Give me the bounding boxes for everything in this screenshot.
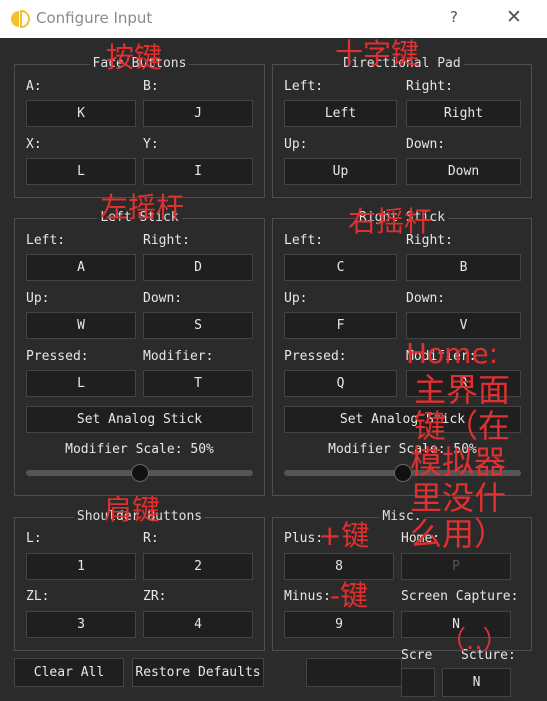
- ls-down-button[interactable]: S: [143, 312, 253, 339]
- ls-modifier-button[interactable]: T: [143, 370, 253, 397]
- ls-left-button[interactable]: A: [26, 254, 136, 281]
- ls-right-label: Right:: [143, 233, 190, 248]
- rs-up-label: Up:: [284, 291, 308, 306]
- dpad-up-button[interactable]: Up: [284, 158, 397, 185]
- face-a-label: A:: [26, 79, 42, 94]
- ls-left-label: Left:: [26, 233, 66, 248]
- annotation-home-line-4: 模拟器: [410, 443, 507, 481]
- annotation-right-stick: 右摇杆: [348, 205, 433, 238]
- ls-up-label: Up:: [26, 291, 50, 306]
- annotation-shoulder: 肩键: [104, 493, 161, 526]
- misc-plus-button[interactable]: 8: [284, 553, 394, 580]
- ls-pressed-button[interactable]: L: [26, 370, 136, 397]
- app-logo-icon: [11, 9, 30, 29]
- ls-down-label: Down:: [143, 291, 183, 306]
- shoulder-zl-button[interactable]: 3: [26, 611, 136, 638]
- annotation-extra: （..）: [440, 626, 509, 656]
- shoulder-l-button[interactable]: 1: [26, 553, 136, 580]
- rs-pressed-label: Pressed:: [284, 349, 347, 364]
- face-a-button[interactable]: K: [26, 100, 136, 127]
- misc-minus-label: Minus:: [284, 589, 331, 604]
- ls-modifier-label: Modifier:: [143, 349, 214, 364]
- dpad-up-label: Up:: [284, 137, 308, 152]
- shoulder-zr-label: ZR:: [143, 589, 167, 604]
- annotation-minus: -键: [330, 579, 369, 612]
- annotation-face: 按键: [106, 41, 163, 74]
- annotation-home-line-6: 么用）: [410, 515, 507, 553]
- face-x-button[interactable]: L: [26, 158, 136, 185]
- rs-left-label: Left:: [284, 233, 324, 248]
- rs-down-button[interactable]: V: [406, 312, 521, 339]
- ls-modifier-scale-handle[interactable]: [130, 464, 149, 482]
- shoulder-zl-label: ZL:: [26, 589, 50, 604]
- ls-set-analog-button[interactable]: Set Analog Stick: [26, 406, 253, 433]
- misc-minus-button[interactable]: 9: [284, 611, 394, 638]
- dpad-right-button[interactable]: Right: [406, 100, 521, 127]
- footer-blank-button[interactable]: [306, 658, 402, 687]
- face-x-label: X:: [26, 137, 42, 152]
- annotation-home-line-5: 里没什: [410, 479, 507, 517]
- ls-modifier-scale-label: Modifier Scale: 50%: [65, 442, 214, 457]
- window-title: Configure Input: [36, 9, 153, 27]
- ls-up-button[interactable]: W: [26, 312, 136, 339]
- face-b-label: B:: [143, 79, 159, 94]
- annotation-home-line-3: 键（在: [414, 407, 511, 445]
- annotation-home: Home: 主界面 键（在 模拟器 里没什 么用）: [406, 337, 510, 554]
- misc-capture2-label-a: Scre: [401, 648, 433, 663]
- rs-right-button[interactable]: B: [406, 254, 521, 281]
- dpad-left-button[interactable]: Left: [284, 100, 397, 127]
- annotation-home-line-2: 主界面: [414, 371, 511, 409]
- shoulder-r-label: R:: [143, 531, 159, 546]
- annotation-left-stick: 左摇杆: [100, 191, 185, 224]
- clear-all-button[interactable]: Clear All: [14, 658, 124, 687]
- shoulder-r-button[interactable]: 2: [143, 553, 253, 580]
- rs-down-label: Down:: [406, 291, 446, 306]
- face-b-button[interactable]: J: [143, 100, 253, 127]
- restore-defaults-button[interactable]: Restore Defaults: [132, 658, 264, 687]
- dpad-down-label: Down:: [406, 137, 446, 152]
- close-icon[interactable]: ✕: [506, 6, 522, 28]
- rs-up-button[interactable]: F: [284, 312, 397, 339]
- help-button[interactable]: ?: [450, 8, 458, 26]
- shoulder-l-label: L:: [26, 531, 42, 546]
- annotation-home-line-1: Home:: [406, 337, 499, 370]
- annotation-dpad: 十字键: [335, 37, 420, 70]
- rs-left-button[interactable]: C: [284, 254, 397, 281]
- face-y-label: Y:: [143, 137, 159, 152]
- misc-capture-label: Screen Capture:: [401, 589, 519, 604]
- dpad-left-label: Left:: [284, 79, 324, 94]
- annotation-plus: +键: [318, 519, 370, 552]
- title-bar: Configure Input ? ✕: [0, 0, 547, 38]
- misc-home-button[interactable]: P: [401, 553, 511, 580]
- misc-capture2-small-box[interactable]: [401, 668, 435, 697]
- misc-capture2-button[interactable]: N: [442, 668, 511, 697]
- ls-pressed-label: Pressed:: [26, 349, 89, 364]
- dpad-right-label: Right:: [406, 79, 453, 94]
- face-y-button[interactable]: I: [143, 158, 253, 185]
- dpad-down-button[interactable]: Down: [406, 158, 521, 185]
- rs-pressed-button[interactable]: Q: [284, 370, 397, 397]
- ls-right-button[interactable]: D: [143, 254, 253, 281]
- shoulder-zr-button[interactable]: 4: [143, 611, 253, 638]
